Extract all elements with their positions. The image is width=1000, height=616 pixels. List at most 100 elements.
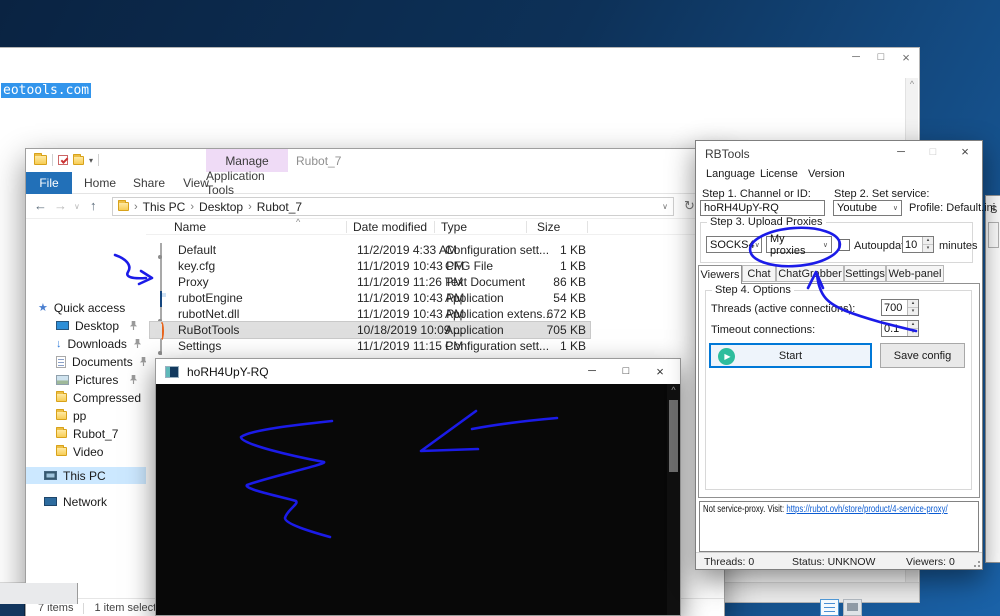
column-date-modified[interactable]: Date modified <box>353 220 427 234</box>
minimize-icon[interactable]: ─ <box>576 363 608 380</box>
separator <box>98 154 99 166</box>
service-select[interactable]: Youtube ∨ <box>833 200 902 216</box>
selected-text[interactable]: eotools.com <box>1 83 91 98</box>
tab-file[interactable]: File <box>26 172 72 194</box>
menu-language[interactable]: Language <box>706 168 755 180</box>
menu-version[interactable]: Version <box>808 168 845 180</box>
back-icon[interactable]: ← <box>34 198 47 213</box>
minutes-value[interactable] <box>903 237 922 252</box>
spin-buttons[interactable]: ▴ ▾ <box>922 237 933 252</box>
sidebar-item-compressed[interactable]: Compressed <box>26 389 146 406</box>
save-config-button[interactable]: Save config <box>880 343 965 368</box>
tab-webpanel[interactable]: Web-panel <box>886 265 944 282</box>
address-dropdown-icon[interactable]: ∨ <box>662 202 668 211</box>
breadcrumb-this-pc[interactable]: This PC <box>143 200 186 214</box>
tab-chatgrabber[interactable]: ChatGrabber <box>776 265 844 282</box>
start-button[interactable]: ▶ Start <box>709 343 872 368</box>
file-row[interactable]: key.cfg 11/1/2019 10:43 PM CFG File 1 KB <box>150 258 590 274</box>
tab-settings[interactable]: Settings <box>844 265 886 282</box>
channel-input[interactable] <box>700 200 825 216</box>
file-name: rubotNet.dll <box>178 307 239 321</box>
minimize-icon[interactable]: ─ <box>889 144 913 160</box>
proxy-type-select[interactable]: SOCKS4 ∨ <box>706 236 762 253</box>
taskbar-fragment <box>0 604 24 616</box>
threads-label: Threads (active connections): <box>711 303 855 315</box>
file-row-selected[interactable]: RuBotTools 10/18/2019 10:09 ... Applicat… <box>150 322 590 338</box>
tab-viewers[interactable]: Viewers <box>698 265 742 284</box>
column-size[interactable]: Size <box>537 220 560 234</box>
menu-license[interactable]: License <box>760 168 798 180</box>
sidebar-item-video[interactable]: Video <box>26 443 146 460</box>
tab-application-tools[interactable]: Application Tools <box>206 172 288 194</box>
spin-up-icon[interactable]: ▴ <box>908 321 918 329</box>
tab-home[interactable]: Home <box>78 172 122 194</box>
file-row[interactable]: rubotNet.dll 11/1/2019 10:43 PM Applicat… <box>150 306 590 322</box>
column-name[interactable]: Name <box>174 220 206 234</box>
maximize-icon[interactable]: □ <box>921 144 945 160</box>
proxy-shop-link[interactable]: https://rubot.ovh/store/product/4-servic… <box>786 504 947 515</box>
threads-value[interactable] <box>882 300 907 315</box>
timeout-stepper[interactable]: ▴ ▾ <box>881 320 919 337</box>
window-icon[interactable] <box>843 599 862 616</box>
spin-buttons[interactable]: ▴ ▾ <box>907 300 918 315</box>
spin-up-icon[interactable]: ▴ <box>908 300 918 308</box>
console-scrollbar[interactable]: ^ <box>667 384 680 615</box>
refresh-icon[interactable]: ↻ <box>684 198 695 214</box>
folder-icon[interactable] <box>34 155 47 165</box>
folder-icon <box>56 447 67 456</box>
sidebar-item-downloads[interactable]: ↓ Downloads <box>26 335 146 352</box>
column-type[interactable]: Type <box>441 220 467 234</box>
spin-buttons[interactable]: ▴ ▾ <box>907 321 918 336</box>
recent-locations-icon[interactable]: ∨ <box>74 202 80 211</box>
breadcrumb-rubot7[interactable]: Rubot_7 <box>257 200 302 214</box>
file-size: 54 KB <box>510 291 586 305</box>
maximize-icon[interactable]: □ <box>869 50 893 65</box>
up-icon[interactable]: ↑ <box>90 198 97 213</box>
pin-icon <box>133 338 142 349</box>
sidebar-item-desktop[interactable]: Desktop <box>26 317 146 334</box>
file-row[interactable]: Default 11/2/2019 4:33 AM Configuration … <box>150 242 590 258</box>
spin-up-icon[interactable]: ▴ <box>923 237 933 245</box>
file-type: Application <box>445 323 504 337</box>
breadcrumb-desktop[interactable]: Desktop <box>199 200 243 214</box>
breadcrumb-chevron: › <box>190 201 194 213</box>
list-view-icon[interactable] <box>820 599 839 616</box>
scroll-up-icon[interactable]: ^ <box>667 384 680 397</box>
maximize-icon[interactable]: □ <box>610 363 642 380</box>
threads-stepper[interactable]: ▴ ▾ <box>881 299 919 316</box>
tab-chat[interactable]: Chat <box>742 265 776 282</box>
forward-icon[interactable]: → <box>54 198 67 213</box>
sidebar-item-pictures[interactable]: Pictures <box>26 371 146 388</box>
file-row[interactable]: rubotEngine 11/1/2019 10:43 PM Applicati… <box>150 290 590 306</box>
close-icon[interactable]: × <box>644 363 676 380</box>
sidebar-item-documents[interactable]: Documents <box>26 353 146 370</box>
scroll-up-icon[interactable]: ^ <box>906 78 918 90</box>
sidebar-label: Quick access <box>54 301 125 315</box>
minimize-icon[interactable]: ─ <box>844 50 868 65</box>
minutes-stepper[interactable]: ▴ ▾ <box>902 236 934 253</box>
spin-down-icon[interactable]: ▾ <box>908 329 918 336</box>
spin-down-icon[interactable]: ▾ <box>908 308 918 315</box>
file-row[interactable]: Settings 11/1/2019 11:15 PM Configuratio… <box>150 338 590 354</box>
separator <box>52 154 53 166</box>
sidebar-item-network[interactable]: Network <box>26 493 146 510</box>
close-icon[interactable]: × <box>953 144 977 160</box>
spin-down-icon[interactable]: ▾ <box>923 245 933 252</box>
sidebar-item-quick-access[interactable]: ★ Quick access <box>26 299 146 316</box>
file-row[interactable]: Proxy 11/1/2019 11:26 PM Text Document 8… <box>150 274 590 290</box>
sidebar-item-this-pc[interactable]: This PC <box>26 467 146 484</box>
new-folder-icon[interactable] <box>73 156 84 165</box>
close-icon[interactable]: × <box>894 50 918 65</box>
tab-share[interactable]: Share <box>126 172 172 194</box>
proxy-source-select[interactable]: My proxies ∨ <box>766 236 832 253</box>
properties-icon[interactable] <box>58 155 68 165</box>
sidebar-item-rubot7[interactable]: Rubot_7 <box>26 425 146 442</box>
customize-toolbar-icon[interactable]: ▾ <box>89 156 93 165</box>
address-bar[interactable]: › This PC › Desktop › Rubot_7 ∨ <box>112 197 674 216</box>
column-divider <box>526 221 527 233</box>
scroll-thumb[interactable] <box>669 400 678 472</box>
autoupdate-checkbox[interactable] <box>838 239 850 251</box>
resize-grip[interactable] <box>971 558 980 567</box>
sidebar-item-pp[interactable]: pp <box>26 407 146 424</box>
timeout-value[interactable] <box>882 321 907 336</box>
